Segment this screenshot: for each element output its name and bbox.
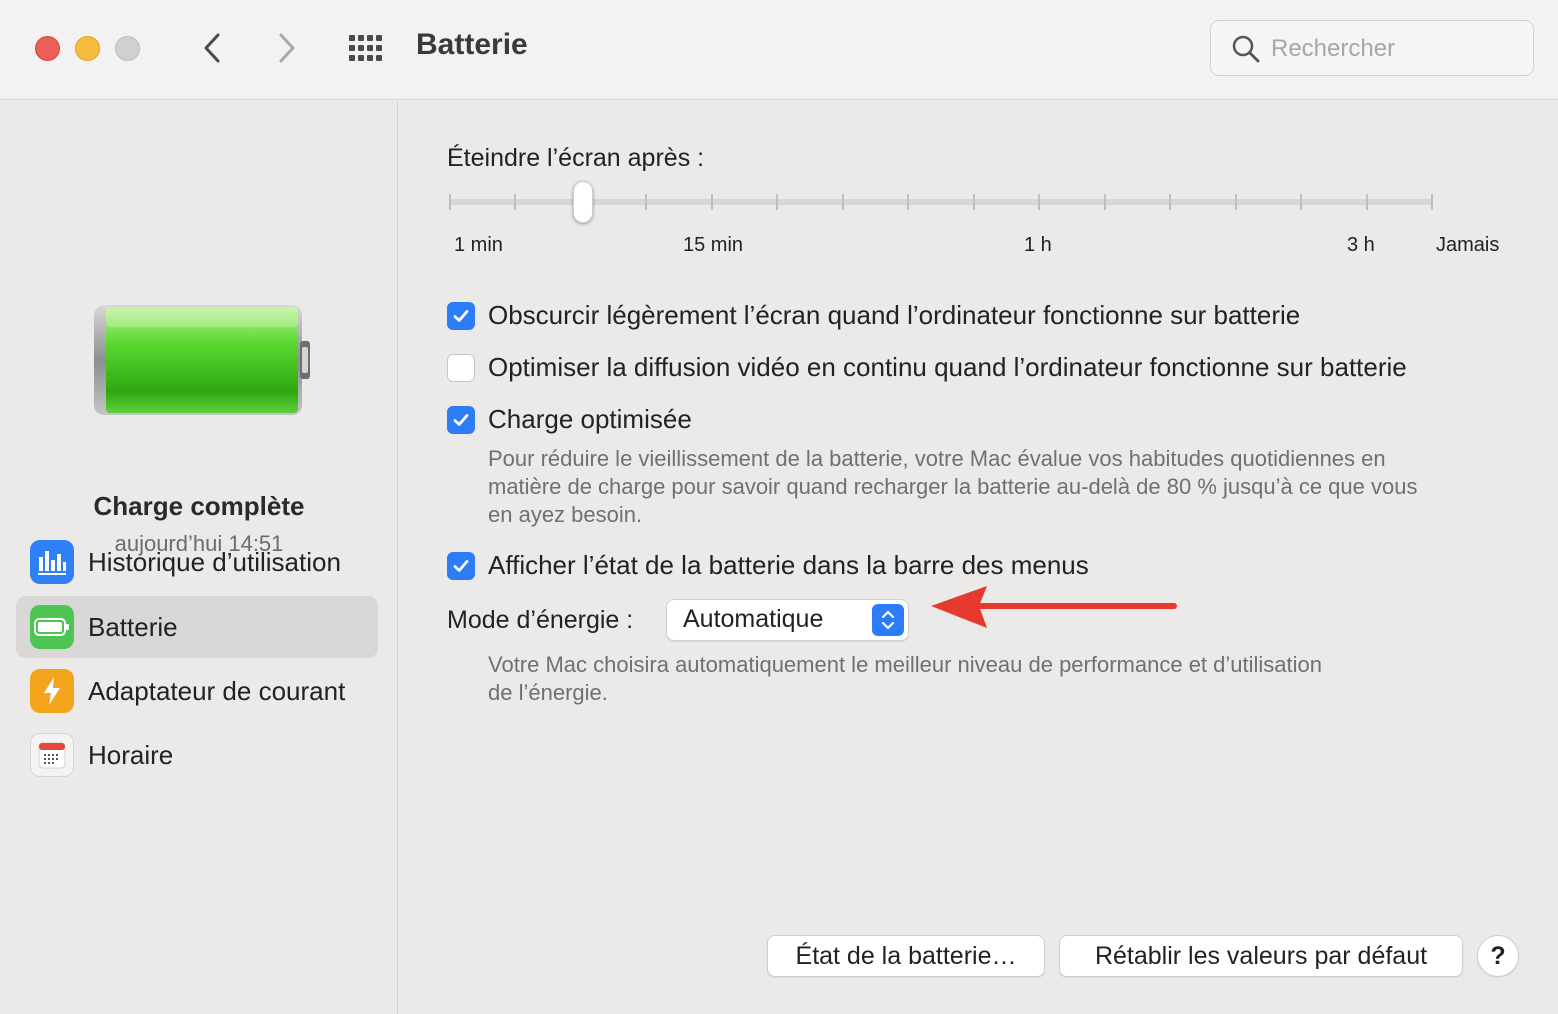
description-line: de l’énergie. — [488, 680, 608, 705]
description-line: matière de charge pour savoir quand rech… — [488, 474, 1418, 499]
optimized-charging-description: Pour réduire le vieillissement de la bat… — [488, 445, 1417, 529]
slider-tick — [1038, 194, 1041, 210]
slider-tick — [1234, 194, 1237, 210]
slider-tick — [972, 194, 975, 210]
slider-tick — [645, 194, 648, 210]
slider-tick — [1103, 194, 1106, 210]
slider-tick — [1169, 194, 1172, 210]
slider-tick — [841, 194, 844, 210]
show-all-button[interactable] — [346, 30, 388, 66]
description-line: en ayez besoin. — [488, 502, 643, 527]
title-bar: Batterie — [0, 0, 1558, 100]
option-dim-screen[interactable]: Obscurcir légèrement l’écran quand l’ord… — [447, 300, 1300, 331]
option-optimized-charging[interactable]: Charge optimisée — [447, 404, 692, 435]
chevron-left-icon — [204, 33, 220, 63]
slider-label-never: Jamais — [1436, 234, 1500, 256]
back-button[interactable] — [192, 28, 232, 68]
battery-large-icon — [94, 305, 310, 415]
sidebar-item-battery[interactable]: Batterie — [16, 596, 378, 658]
help-button[interactable]: ? — [1477, 935, 1519, 977]
option-optimize-video[interactable]: Optimiser la diffusion vidéo en continu … — [447, 352, 1407, 383]
energy-mode-label: Mode d’énergie : — [447, 606, 634, 634]
slider-tick — [1431, 194, 1433, 210]
energy-mode-description: Votre Mac choisira automatiquement le me… — [488, 651, 1322, 707]
checkmark-icon — [453, 309, 469, 322]
checkbox-optimized-charging[interactable] — [447, 405, 475, 434]
option-show-battery-status[interactable]: Afficher l’état de la batterie dans la b… — [447, 550, 1089, 581]
slider-tick — [776, 194, 779, 210]
slider-tick — [449, 194, 451, 210]
slider-tick — [907, 194, 910, 210]
slider-tick — [1365, 194, 1368, 210]
checkmark-icon — [453, 559, 469, 572]
display-sleep-slider-track[interactable] — [449, 199, 1433, 205]
slider-tick — [514, 194, 517, 210]
display-sleep-title: Éteindre l’écran après : — [447, 144, 705, 172]
sidebar-item-label: Historique d’utilisation — [88, 546, 341, 577]
checkbox-optimize-video[interactable] — [447, 353, 475, 382]
sidebar-item-label: Horaire — [88, 739, 174, 770]
lightning-icon — [30, 669, 74, 713]
search-field[interactable] — [1210, 20, 1534, 76]
sidebar-item-label: Adaptateur de courant — [88, 675, 346, 706]
battery-icon — [30, 605, 74, 649]
slider-tick — [1300, 194, 1303, 210]
checkmark-icon — [453, 413, 469, 426]
annotation-arrow-icon — [931, 586, 1177, 628]
zoom-window-button[interactable] — [115, 36, 140, 61]
checkbox-show-battery-status[interactable] — [447, 551, 475, 580]
description-line: Pour réduire le vieillissement de la bat… — [488, 446, 1386, 471]
chevron-right-icon — [279, 33, 295, 63]
display-sleep-slider-knob[interactable] — [573, 181, 593, 223]
minimize-window-button[interactable] — [75, 36, 100, 61]
window-title: Batterie — [416, 28, 528, 61]
sidebar-item-schedule[interactable]: Horaire — [16, 724, 378, 786]
popup-stepper-icon — [872, 604, 904, 636]
option-label: Charge optimisée — [488, 404, 692, 434]
sidebar-item-usage-history[interactable]: Historique d’utilisation — [16, 531, 378, 593]
close-window-button[interactable] — [35, 36, 60, 61]
main-panel: Éteindre l’écran après : 1 min 15 min 1 … — [399, 101, 1558, 1014]
energy-mode-value: Automatique — [683, 605, 824, 633]
battery-health-button[interactable]: État de la batterie… — [767, 935, 1045, 977]
option-label: Optimiser la diffusion vidéo en continu … — [488, 352, 1407, 382]
option-label: Obscurcir légèrement l’écran quand l’ord… — [488, 300, 1301, 330]
forward-button[interactable] — [267, 28, 307, 68]
slider-tick — [710, 194, 713, 210]
sidebar: Charge complète aujourd’hui 14:51 Histor… — [0, 101, 398, 1014]
restore-defaults-button[interactable]: Rétablir les valeurs par défaut — [1059, 935, 1463, 977]
grid-icon — [349, 35, 382, 61]
calendar-icon — [30, 733, 74, 777]
slider-label-15min: 15 min — [683, 234, 744, 256]
description-line: Votre Mac choisira automatiquement le me… — [488, 652, 1322, 677]
slider-label-1min: 1 min — [454, 234, 503, 256]
search-icon — [1232, 35, 1260, 63]
search-input[interactable] — [1271, 31, 1521, 67]
sidebar-item-power-adapter[interactable]: Adaptateur de courant — [16, 660, 378, 722]
battery-status: Charge complète — [93, 491, 305, 521]
checkbox-dim-screen[interactable] — [447, 301, 475, 330]
energy-mode-popup[interactable]: Automatique — [666, 599, 909, 641]
usage-chart-icon — [30, 540, 74, 584]
sidebar-item-label: Batterie — [88, 611, 178, 642]
slider-label-1h: 1 h — [1024, 234, 1052, 256]
slider-label-3h: 3 h — [1347, 234, 1375, 256]
option-label: Afficher l’état de la batterie dans la b… — [488, 550, 1089, 580]
